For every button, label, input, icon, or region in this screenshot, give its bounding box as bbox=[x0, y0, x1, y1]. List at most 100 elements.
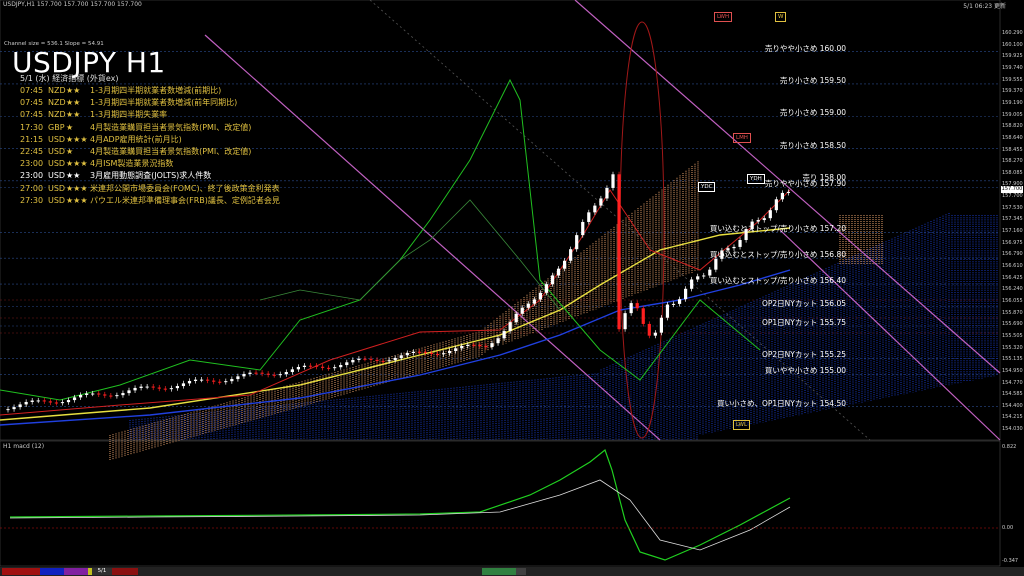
level-label: 売りやや小さめ 160.00 bbox=[764, 43, 846, 53]
candle-body bbox=[490, 343, 494, 348]
event-name: 3月雇用動態調査(JOLTS)求人件数 bbox=[90, 171, 212, 181]
candle-body bbox=[296, 366, 300, 370]
candle-body bbox=[30, 400, 34, 402]
candle-body bbox=[60, 402, 65, 404]
event-name: 米連邦公開市場委員会(FOMC)、終了後政策金利発表 bbox=[90, 183, 280, 193]
axis-tick: 158.455 bbox=[1002, 146, 1023, 153]
tab-1[interactable] bbox=[2, 568, 40, 575]
axis-tick: 156.240 bbox=[1002, 286, 1023, 293]
level-label: 買い小さめ、OP1日NYカット 154.50 bbox=[716, 398, 846, 408]
candle-body bbox=[290, 369, 294, 373]
candle-body bbox=[193, 379, 198, 381]
event-cur: NZD bbox=[48, 98, 66, 108]
axis-tick: 159.555 bbox=[1002, 76, 1023, 83]
candle-body bbox=[42, 400, 46, 402]
macd-top: 0.822 bbox=[1002, 444, 1017, 450]
event-row: 21:15 USD★★★ 4月ADP雇用統計(前月比) bbox=[20, 134, 182, 145]
axis-tick: 158.820 bbox=[1002, 123, 1023, 130]
level-label: 買い込むとストップ/売り小さめ 156.40 bbox=[709, 276, 846, 286]
event-row: 07:45 NZD★★ 1-3月期四半期就業者数増減(前期比) bbox=[20, 85, 221, 96]
event-name: 4月ISM製造業景況指数 bbox=[90, 159, 174, 169]
candle-body bbox=[109, 395, 113, 397]
candle-body bbox=[684, 288, 688, 300]
candle-body bbox=[139, 386, 143, 388]
lwh-marker: LWH bbox=[714, 12, 733, 22]
event-time: 22:45 bbox=[20, 147, 44, 156]
event-row: 22:45 USD★ 4月製造業購買担当者景気指数(PMI、改定値) bbox=[20, 146, 251, 157]
candle-body bbox=[18, 404, 22, 408]
tab-active[interactable]: 5/1 bbox=[92, 568, 112, 575]
candle-body bbox=[72, 397, 77, 401]
candle-body bbox=[417, 351, 421, 353]
macd-bottom: -0.347 bbox=[1002, 558, 1019, 564]
candle-body bbox=[200, 379, 204, 381]
axis-tick: 159.740 bbox=[1002, 64, 1023, 71]
event-row: 07:45 NZD★★ 1-3月期四半期失業率 bbox=[20, 109, 167, 120]
candle-body bbox=[653, 332, 657, 336]
axis-tick: 159.190 bbox=[1002, 99, 1023, 106]
event-stars: ★★★ bbox=[66, 159, 88, 169]
event-time: 21:15 bbox=[20, 134, 44, 144]
candle-body bbox=[508, 322, 512, 332]
candle-body bbox=[526, 303, 530, 308]
axis-tick: 160.100 bbox=[1002, 41, 1023, 48]
tab-3[interactable] bbox=[64, 568, 88, 575]
candle-body bbox=[314, 365, 319, 367]
candle-body bbox=[635, 303, 639, 309]
event-stars: ★★★ bbox=[66, 195, 88, 205]
candle-body bbox=[181, 383, 186, 387]
event-row: 27:00 USD★★★ 米連邦公開市場委員会(FOMC)、終了後政策金利発表 bbox=[20, 183, 280, 194]
tab-6[interactable] bbox=[112, 568, 138, 575]
candle-body bbox=[284, 372, 288, 375]
tab-2[interactable] bbox=[40, 568, 64, 575]
candle-body bbox=[127, 390, 131, 394]
events-header: 5/1 (水) 経済指標 (外貨ex) bbox=[20, 74, 119, 83]
candle-body bbox=[405, 352, 409, 356]
axis-tick: 154.400 bbox=[1002, 402, 1023, 409]
candle-body bbox=[242, 373, 246, 377]
ydh-marker: YDH bbox=[747, 174, 765, 184]
event-row: 23:00 USD★★ 3月雇用動態調査(JOLTS)求人件数 bbox=[20, 170, 211, 181]
candle-body bbox=[532, 299, 536, 304]
event-stars: ★ bbox=[66, 147, 74, 156]
candle-body bbox=[169, 388, 173, 390]
axis-tick: 159.925 bbox=[1002, 53, 1023, 60]
candle-body bbox=[641, 308, 645, 324]
candle-body bbox=[302, 365, 307, 367]
candle-body bbox=[115, 395, 119, 397]
chart-tabs: 5/1 bbox=[0, 567, 1024, 576]
candle-body bbox=[151, 386, 155, 388]
candle-body bbox=[756, 220, 760, 222]
tab-7[interactable] bbox=[482, 568, 516, 575]
event-name: 1-3月期四半期就業者数増減(前年同期比) bbox=[90, 98, 238, 108]
tab-8[interactable] bbox=[516, 568, 526, 575]
candle-body bbox=[429, 352, 434, 354]
candle-body bbox=[187, 380, 192, 384]
candle-body bbox=[496, 338, 500, 344]
event-cur: USD bbox=[48, 159, 66, 169]
candle-body bbox=[786, 191, 791, 193]
ydc-marker: YDC bbox=[698, 182, 716, 192]
candle-body bbox=[563, 260, 567, 269]
level-label: OP2日NYカット 156.05 bbox=[761, 298, 846, 308]
candle-body bbox=[357, 358, 361, 360]
event-name: 4月製造業購買担当者景気指数(PMI、改定値) bbox=[90, 147, 252, 156]
window-title: USDJPY,H1 157.700 157.700 157.700 157.70… bbox=[3, 1, 142, 8]
candle-body bbox=[278, 374, 282, 376]
event-name: 4月ADP雇用統計(前月比) bbox=[90, 134, 182, 144]
candle-body bbox=[24, 401, 28, 405]
event-row: 17:30 GBP★ 4月製造業購買担当者景気指数(PMI、改定値) bbox=[20, 122, 251, 133]
candle-body bbox=[103, 394, 107, 396]
candle-body bbox=[520, 307, 524, 314]
axis-tick: 154.030 bbox=[1002, 426, 1023, 433]
candle-body bbox=[665, 304, 670, 318]
axis-tick: 154.585 bbox=[1002, 391, 1023, 398]
macd-label: H1 macd (12) bbox=[3, 443, 45, 450]
axis-tick: 158.270 bbox=[1002, 158, 1023, 165]
candle-body bbox=[478, 344, 482, 346]
candle-body bbox=[587, 212, 591, 222]
axis-tick: 157.700 bbox=[1002, 193, 1023, 200]
event-name: 4月製造業購買担当者景気指数(PMI、改定値) bbox=[90, 122, 252, 132]
candle-body bbox=[599, 198, 603, 206]
event-cur: USD bbox=[48, 171, 66, 181]
